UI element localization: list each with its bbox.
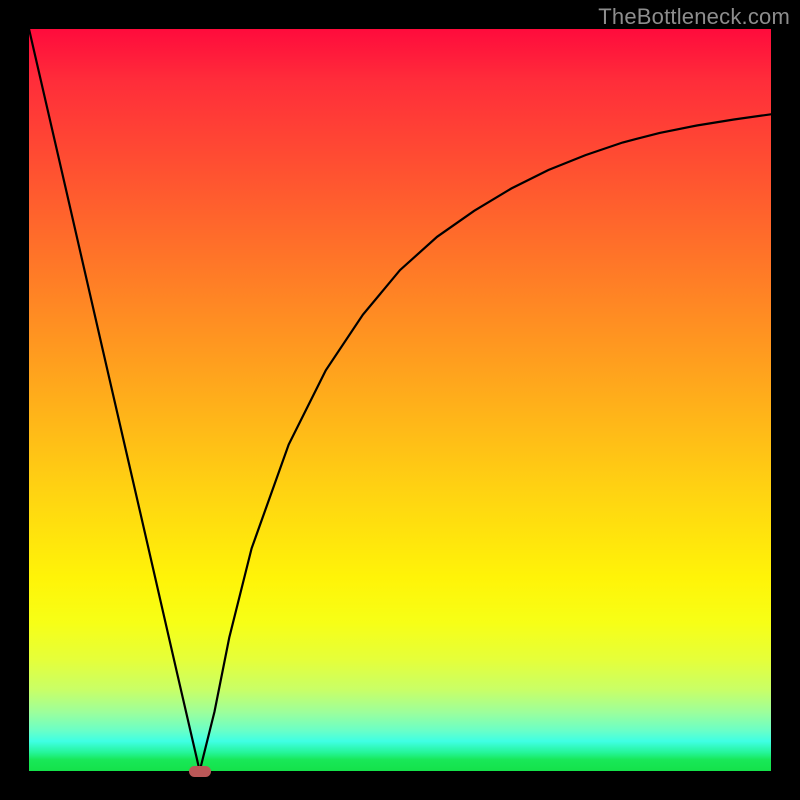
plot-area: [29, 29, 771, 771]
bottleneck-curve-path: [29, 29, 771, 771]
chart-svg: [29, 29, 771, 771]
min-marker: [189, 766, 211, 777]
watermark-text: TheBottleneck.com: [598, 4, 790, 30]
